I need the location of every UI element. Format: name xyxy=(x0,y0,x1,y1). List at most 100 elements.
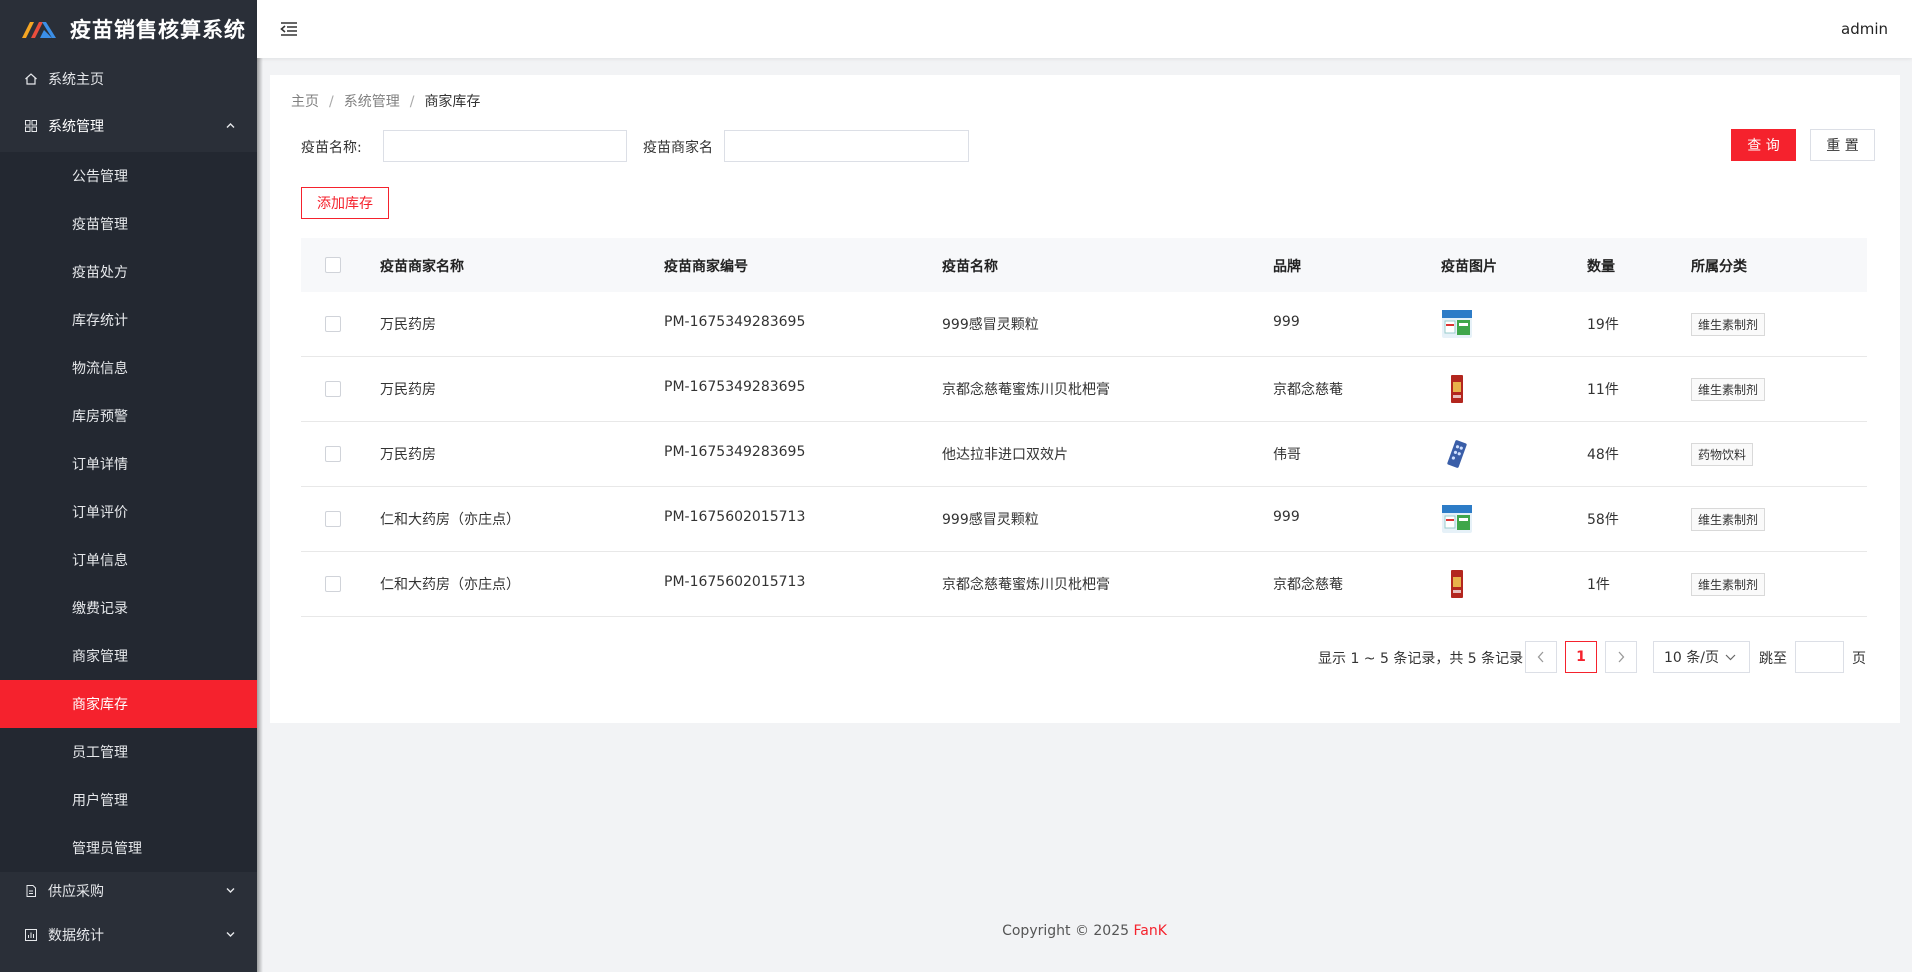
sidebar-item-label: 订单评价 xyxy=(72,505,128,521)
sidebar-item-label: 员工管理 xyxy=(72,745,128,761)
cell-code: PM-1675349283695 xyxy=(664,444,806,460)
category-tag: 维生素制剂 xyxy=(1691,313,1766,336)
sidebar-item[interactable]: 订单详情 xyxy=(0,440,257,488)
sidebar-item[interactable]: 管理员管理 xyxy=(0,824,257,872)
reset-button[interactable]: 重 置 xyxy=(1810,129,1875,161)
sidebar-item[interactable]: 订单评价 xyxy=(0,488,257,536)
sidebar-item[interactable]: 商家管理 xyxy=(0,632,257,680)
sidebar-item[interactable]: 缴费记录 xyxy=(0,584,257,632)
page-size-select[interactable]: 10 条/页 xyxy=(1653,641,1750,673)
vaccine-image[interactable] xyxy=(1441,438,1473,470)
row-checkbox[interactable] xyxy=(325,316,341,332)
prev-page-button[interactable] xyxy=(1525,641,1557,673)
sidebar-item-label: 库房预警 xyxy=(72,409,128,425)
vaccine-image[interactable] xyxy=(1441,568,1473,600)
category-tag: 药物饮料 xyxy=(1691,443,1754,466)
menu-collapse-icon[interactable] xyxy=(279,21,299,37)
cell-merchant: 万民药房 xyxy=(380,447,436,463)
column-header: 数量 xyxy=(1587,259,1615,275)
sidebar-item[interactable]: 公告管理 xyxy=(0,152,257,200)
row-checkbox[interactable] xyxy=(325,381,341,397)
footer-brand-link[interactable]: FanK xyxy=(1133,923,1166,939)
home-icon xyxy=(24,72,38,86)
sidebar-item-label: 库存统计 xyxy=(72,313,128,329)
table-header: 疫苗商家名称 疫苗商家编号 疫苗名称 品牌 疫苗图片 数量 所属分类 xyxy=(301,238,1867,292)
page-size-value: 10 条/页 xyxy=(1664,650,1719,666)
sidebar-item[interactable]: 商家库存 xyxy=(0,680,257,728)
breadcrumb-home[interactable]: 主页 xyxy=(291,94,319,110)
chart-icon xyxy=(24,928,38,942)
sidebar-item[interactable]: 疫苗管理 xyxy=(0,200,257,248)
app-title: 疫苗销售核算系统 xyxy=(70,18,246,42)
sidebar-item[interactable]: 物流信息 xyxy=(0,344,257,392)
table-row: 万民药房 PM-1675349283695 他达拉非进口双效片 伟哥 48件 药物饮料 xyxy=(301,422,1867,487)
cell-name: 京都念慈菴蜜炼川贝枇杷膏 xyxy=(942,577,1110,593)
table-row: 万民药房 PM-1675349283695 京都念慈菴蜜炼川贝枇杷膏 京都念慈菴 11件… xyxy=(301,357,1867,422)
cell-brand: 999 xyxy=(1273,314,1300,330)
sidebar-item-label: 用户管理 xyxy=(72,793,128,809)
sidebar-item[interactable]: 订单信息 xyxy=(0,536,257,584)
sidebar-item-home[interactable]: 系统主页 xyxy=(0,58,257,100)
table-row: 仁和大药房（亦庄点） PM-1675602015713 999感冒灵颗粒 999 58件… xyxy=(301,487,1867,552)
cell-qty: 58件 xyxy=(1587,512,1619,528)
page-number-button[interactable]: 1 xyxy=(1565,641,1597,673)
vaccine-image[interactable] xyxy=(1441,503,1473,535)
category-tag: 维生素制剂 xyxy=(1691,508,1766,531)
jump-label: 跳至 xyxy=(1759,651,1787,667)
row-checkbox[interactable] xyxy=(325,511,341,527)
query-button[interactable]: 查 询 xyxy=(1731,129,1796,161)
cell-merchant: 万民药房 xyxy=(380,317,436,333)
sidebar-group-procurement[interactable]: 供应采购 xyxy=(0,870,257,912)
sidebar-item-label: 公告管理 xyxy=(72,169,128,185)
cell-merchant: 仁和大药房（亦庄点） xyxy=(380,577,520,593)
chevron-down-icon xyxy=(1725,654,1736,660)
sidebar-item-label: 物流信息 xyxy=(72,361,128,377)
column-header: 疫苗图片 xyxy=(1441,259,1497,275)
cell-qty: 19件 xyxy=(1587,317,1619,333)
next-page-button[interactable] xyxy=(1605,641,1637,673)
sidebar-item-label: 缴费记录 xyxy=(72,601,128,617)
chevron-down-icon xyxy=(226,886,235,897)
select-all-checkbox[interactable] xyxy=(325,257,341,273)
stock-table: 疫苗商家名称 疫苗商家编号 疫苗名称 品牌 疫苗图片 数量 所属分类 万民药房 P… xyxy=(301,238,1867,617)
vaccine-image[interactable] xyxy=(1441,373,1473,405)
cell-name: 999感冒灵颗粒 xyxy=(942,317,1039,333)
breadcrumb-section[interactable]: 系统管理 xyxy=(344,94,400,110)
table-row: 仁和大药房（亦庄点） PM-1675602015713 京都念慈菴蜜炼川贝枇杷膏 京都… xyxy=(301,552,1867,617)
chevron-up-icon xyxy=(226,121,235,132)
merchant-name-input[interactable] xyxy=(724,130,969,162)
vaccine-image[interactable] xyxy=(1441,308,1473,340)
column-header: 所属分类 xyxy=(1691,259,1747,275)
cell-brand: 京都念慈菴 xyxy=(1273,577,1343,593)
cell-brand: 京都念慈菴 xyxy=(1273,382,1343,398)
chevron-down-icon xyxy=(226,930,235,941)
row-checkbox[interactable] xyxy=(325,446,341,462)
sidebar-group-system[interactable]: 系统管理 xyxy=(0,100,257,152)
cell-code: PM-1675349283695 xyxy=(664,314,806,330)
breadcrumb-current: 商家库存 xyxy=(424,94,481,110)
column-header: 疫苗商家编号 xyxy=(664,259,748,275)
brand[interactable]: 疫苗销售核算系统 xyxy=(0,0,257,58)
sidebar-item[interactable]: 库房预警 xyxy=(0,392,257,440)
sidebar-item[interactable]: 库存统计 xyxy=(0,296,257,344)
add-stock-button[interactable]: 添加库存 xyxy=(301,187,389,219)
cell-code: PM-1675602015713 xyxy=(664,509,806,525)
grid-icon xyxy=(24,119,38,133)
cell-name: 999感冒灵颗粒 xyxy=(942,512,1039,528)
sidebar-group-stats[interactable]: 数据统计 xyxy=(0,912,257,958)
cell-code: PM-1675349283695 xyxy=(664,379,806,395)
jump-page-input[interactable] xyxy=(1795,641,1844,673)
sidebar-item[interactable]: 员工管理 xyxy=(0,728,257,776)
sidebar-item-label: 疫苗管理 xyxy=(72,217,128,233)
system-submenu: 公告管理疫苗管理疫苗处方库存统计物流信息库房预警订单详情订单评价订单信息缴费记录… xyxy=(0,152,257,872)
sidebar-item[interactable]: 用户管理 xyxy=(0,776,257,824)
row-checkbox[interactable] xyxy=(325,576,341,592)
cell-brand: 999 xyxy=(1273,509,1300,525)
cell-qty: 1件 xyxy=(1587,577,1610,593)
vaccine-name-input[interactable] xyxy=(383,130,627,162)
page-unit-label: 页 xyxy=(1852,651,1866,667)
sidebar-shadow xyxy=(257,0,263,972)
user-name[interactable]: admin xyxy=(1841,20,1888,38)
column-header: 疫苗名称 xyxy=(942,259,998,275)
sidebar-item[interactable]: 疫苗处方 xyxy=(0,248,257,296)
